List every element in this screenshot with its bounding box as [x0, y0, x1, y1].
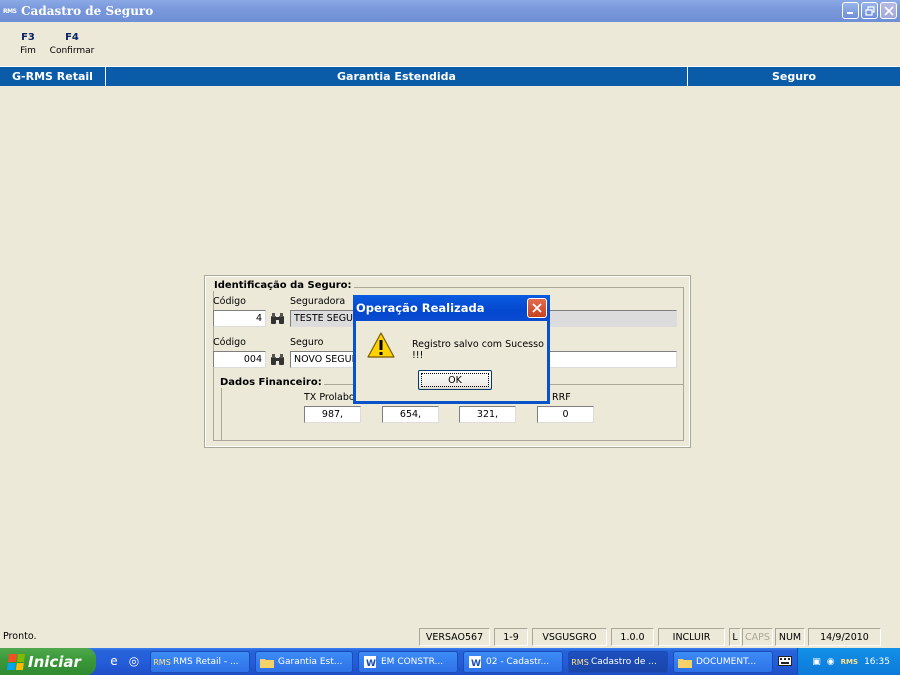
restore-icon [864, 5, 875, 16]
minimize-icon [847, 12, 853, 14]
word-doc-icon: W [363, 656, 377, 668]
fim-label: Fim [20, 46, 36, 56]
identificacao-title: Identificação da Seguro: [212, 280, 354, 291]
seguro-label: Seguro [290, 337, 324, 348]
search-seguro-button[interactable] [268, 351, 286, 368]
window-title-bar[interactable]: RMS Cadastro de Seguro [0, 0, 900, 22]
restore-button[interactable] [861, 2, 878, 19]
task-cadastro-de-seguro[interactable]: RMS Cadastro de ... [568, 651, 668, 673]
codigo-label: Código [213, 296, 246, 307]
financeiro-field-2[interactable]: 654, [382, 406, 439, 423]
security-icon[interactable]: ◉ [827, 657, 835, 667]
binoculars-icon [270, 353, 284, 365]
header-module-name: Garantia Estendida [106, 67, 688, 86]
status-date: 14/9/2010 [808, 628, 881, 646]
folder-icon [260, 656, 274, 668]
financeiro-field-3[interactable]: 321, [459, 406, 516, 423]
status-mode: INCLUIR [658, 628, 725, 646]
status-program: VSGUSGRO [532, 628, 607, 646]
function-key-toolbar: F3 Fim F4 Confirmar [0, 22, 900, 66]
dialog-title-bar[interactable]: Operação Realizada [353, 295, 550, 321]
rms-tray-icon[interactable]: RMS [841, 658, 858, 666]
folder-icon [678, 656, 692, 668]
keyboard-icon[interactable] [777, 653, 793, 669]
fim-button[interactable]: F3 Fim [6, 22, 50, 66]
status-build: 1.0.0 [611, 628, 654, 646]
ok-button[interactable]: OK [418, 370, 492, 390]
windows-logo-icon [6, 653, 26, 670]
task-garantia[interactable]: Garantia Est... [255, 651, 353, 673]
desktop-icon[interactable]: ◎ [126, 653, 142, 669]
dialog-title: Operação Realizada [356, 301, 485, 315]
rms-app-icon: RMS [153, 657, 171, 667]
task-document[interactable]: DOCUMENT... [673, 651, 773, 673]
taskbar: Iniciar e ◎ RMS RMS Retail - ... Garanti… [0, 648, 900, 675]
word-doc-icon: W [468, 656, 482, 668]
tx-prolabore-field[interactable]: 987, [304, 406, 361, 423]
irrf-label: RRF [552, 392, 571, 403]
close-icon [532, 303, 542, 313]
seguradora-label: Seguradora [290, 296, 346, 307]
dialog-close-button[interactable] [527, 298, 547, 318]
codigo-field[interactable]: 4 [213, 310, 266, 327]
codigo-seguro-label: Código [213, 337, 246, 348]
task-label: 02 - Cadastr... [486, 657, 550, 667]
confirmar-key: F4 [65, 32, 79, 43]
app-logo-icon: RMS [3, 7, 17, 15]
header-app-name: G-RMS Retail [0, 67, 106, 86]
status-caps: CAPS [742, 628, 773, 646]
task-02-cadastro[interactable]: W 02 - Cadastr... [463, 651, 563, 673]
confirmar-button[interactable]: F4 Confirmar [49, 22, 95, 66]
task-label: Garantia Est... [278, 657, 343, 667]
internet-explorer-icon[interactable]: e [106, 653, 122, 669]
svg-text:W: W [366, 659, 376, 668]
dialog-message: Registro salvo com Sucesso !!! [412, 339, 544, 361]
clock: 16:35 [864, 656, 890, 667]
task-label: RMS Retail - ... [173, 657, 239, 667]
codigo-seguro-field[interactable]: 004 [213, 351, 266, 368]
financeiro-title: Dados Financeiro: [218, 377, 324, 388]
task-label: EM CONSTR... [381, 657, 444, 667]
task-em-constr[interactable]: W EM CONSTR... [358, 651, 458, 673]
task-label: Cadastro de ... [591, 657, 657, 667]
status-range: 1-9 [494, 628, 528, 646]
start-button[interactable]: Iniciar [0, 648, 96, 675]
status-text: Pronto. [3, 631, 37, 642]
binoculars-icon [270, 312, 284, 324]
module-header: G-RMS Retail Garantia Estendida Seguro [0, 66, 900, 86]
fim-key: F3 [21, 32, 35, 43]
search-seguradora-button[interactable] [268, 310, 286, 327]
status-version: VERSAO567 [419, 628, 490, 646]
header-screen-name: Seguro [771, 70, 817, 83]
rms-app-icon: RMS [571, 657, 589, 667]
status-bar: Pronto. VERSAO567 1-9 VSGUSGRO 1.0.0 INC… [0, 627, 900, 647]
confirmar-label: Confirmar [49, 46, 95, 56]
window-controls [842, 2, 897, 19]
task-rms-retail[interactable]: RMS RMS Retail - ... [150, 651, 250, 673]
network-icon[interactable]: ▣ [812, 657, 821, 667]
task-label: DOCUMENT... [696, 657, 757, 667]
close-window-button[interactable] [880, 2, 897, 19]
window-title: Cadastro de Seguro [21, 4, 154, 18]
tx-prolabore-label: TX Prolabor [304, 392, 359, 403]
status-num: NUM [775, 628, 805, 646]
minimize-button[interactable] [842, 2, 859, 19]
status-l: L [729, 628, 741, 646]
system-tray: ▣ ◉ RMS 16:35 [797, 648, 900, 675]
close-icon [883, 5, 894, 16]
irrf-field[interactable]: 0 [537, 406, 594, 423]
svg-text:W: W [471, 659, 481, 668]
start-label: Iniciar [28, 652, 81, 671]
operacao-realizada-dialog: Operação Realizada Registro salvo com Su… [353, 295, 550, 404]
warning-icon [367, 332, 395, 358]
